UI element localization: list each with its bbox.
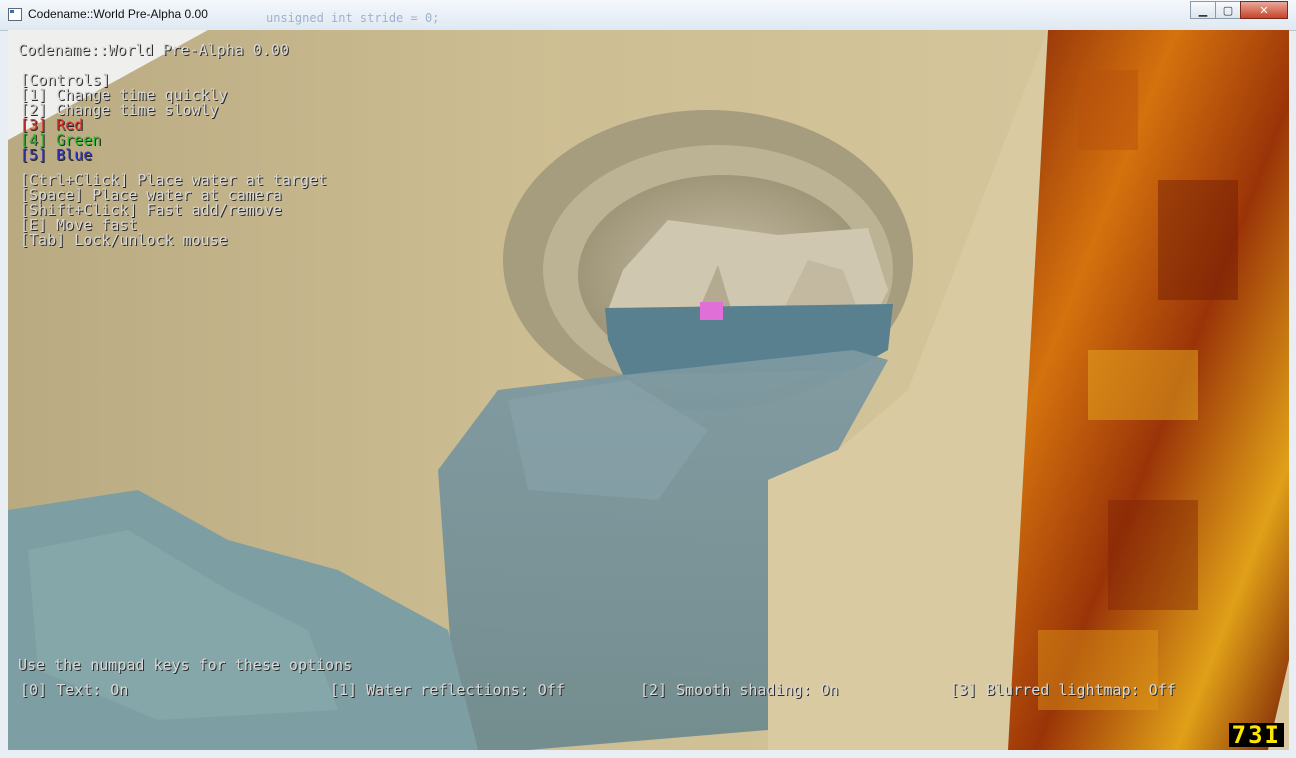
- background-code-text: unsigned int stride = 0;: [266, 11, 440, 25]
- water-target-marker: [700, 302, 723, 320]
- option-water-reflections: [1] Water reflections: Off: [330, 681, 565, 699]
- title-bar: Codename::World Pre-Alpha 0.00 unsigned …: [0, 0, 1296, 31]
- game-viewport[interactable]: Codename::World Pre-Alpha 0.00 [Controls…: [8, 30, 1289, 750]
- numpad-hint: Use the numpad keys for these options: [18, 656, 353, 674]
- app-window-icon: [8, 8, 22, 21]
- window-title: Codename::World Pre-Alpha 0.00: [28, 7, 208, 21]
- minimize-button[interactable]: ▁: [1190, 1, 1216, 19]
- fps-value: 73: [1231, 721, 1265, 749]
- option-text: [0] Text: On: [20, 681, 129, 699]
- cave-scene: [8, 30, 1289, 750]
- option-blurred-lightmap: [3] Blurred lightmap: Off: [950, 681, 1176, 699]
- window-controls: ▁ ▢ ✕: [1190, 1, 1288, 20]
- action-item: [Tab] Lock/unlock mouse: [20, 231, 228, 249]
- hud-title: Codename::World Pre-Alpha 0.00: [18, 41, 289, 59]
- option-smooth-shading: [2] Smooth shading: On: [640, 681, 839, 699]
- maximize-button[interactable]: ▢: [1215, 1, 1241, 19]
- control-item-blue: [5] Blue: [20, 146, 93, 164]
- close-button[interactable]: ✕: [1240, 1, 1288, 19]
- fps-counter: 73I: [1228, 721, 1284, 749]
- fps-suffix: I: [1264, 721, 1281, 749]
